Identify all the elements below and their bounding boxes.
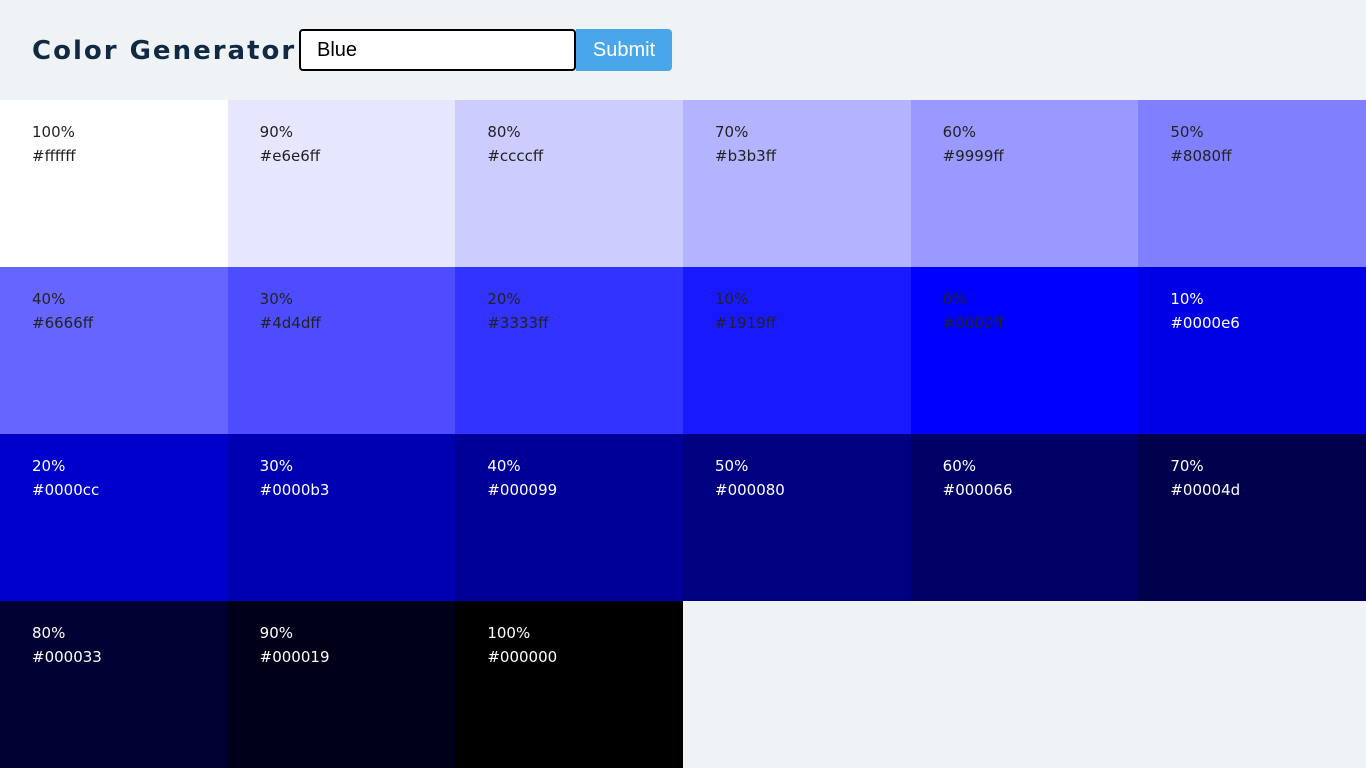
color-swatch[interactable]: 30% #4d4dff bbox=[227, 267, 456, 434]
swatch-percent: 60% bbox=[942, 123, 976, 141]
color-swatch[interactable]: 60% #000066 bbox=[910, 434, 1139, 601]
swatch-hex: #4d4dff bbox=[259, 314, 321, 332]
swatch-hex: #6666ff bbox=[32, 314, 94, 332]
swatch-hex: #8080ff bbox=[1170, 147, 1232, 165]
swatch-hex: #000066 bbox=[942, 481, 1013, 499]
swatch-percent: 60% bbox=[942, 457, 976, 475]
color-swatch[interactable]: 20% #3333ff bbox=[455, 267, 683, 434]
color-swatch[interactable]: 80% #ccccff bbox=[455, 100, 683, 267]
swatch-percent: 10% bbox=[715, 290, 749, 308]
swatch-hex: #000033 bbox=[32, 648, 102, 666]
color-swatch[interactable]: 70% #00004d bbox=[1138, 434, 1366, 601]
swatch-hex: #0000e6 bbox=[1170, 314, 1240, 332]
swatch-percent: 40% bbox=[487, 457, 521, 475]
swatch-hex: #1919ff bbox=[715, 314, 777, 332]
swatch-percent: 80% bbox=[487, 123, 521, 141]
color-swatch[interactable]: 0% #0000ff bbox=[910, 267, 1139, 434]
swatch-percent: 50% bbox=[715, 457, 749, 475]
swatch-percent: 70% bbox=[715, 123, 749, 141]
swatch-hex: #0000b3 bbox=[259, 481, 330, 499]
color-swatch[interactable]: 80% #000033 bbox=[0, 601, 228, 768]
app-header: Color Generator Submit bbox=[0, 0, 1366, 100]
swatch-percent: 50% bbox=[1170, 123, 1204, 141]
swatch-hex: #b3b3ff bbox=[715, 147, 777, 165]
color-swatch[interactable]: 20% #0000cc bbox=[0, 434, 228, 601]
color-swatch[interactable]: 10% #1919ff bbox=[683, 267, 911, 434]
swatch-percent: 40% bbox=[32, 290, 66, 308]
swatch-percent: 20% bbox=[32, 457, 66, 475]
swatch-percent: 90% bbox=[259, 624, 293, 642]
color-swatch[interactable]: 10% #0000e6 bbox=[1138, 267, 1366, 434]
swatch-hex: #00004d bbox=[1170, 481, 1241, 499]
swatch-hex: #0000cc bbox=[32, 481, 100, 499]
color-swatch[interactable]: 90% #e6e6ff bbox=[227, 100, 456, 267]
swatch-percent: 100% bbox=[487, 624, 531, 642]
color-swatch[interactable]: 40% #6666ff bbox=[0, 267, 228, 434]
swatch-hex: #000000 bbox=[487, 648, 558, 666]
swatch-percent: 0% bbox=[942, 290, 967, 308]
swatch-hex: #000099 bbox=[487, 481, 558, 499]
color-form: Submit bbox=[299, 29, 672, 71]
swatch-percent: 70% bbox=[1170, 457, 1204, 475]
swatch-hex: #9999ff bbox=[942, 147, 1004, 165]
color-swatch[interactable]: 100% #000000 bbox=[455, 601, 683, 768]
color-swatch[interactable]: 100% #ffffff bbox=[0, 100, 228, 267]
swatch-hex: #e6e6ff bbox=[259, 147, 321, 165]
swatch-percent: 10% bbox=[1170, 290, 1204, 308]
color-swatch[interactable]: 60% #9999ff bbox=[910, 100, 1139, 267]
color-swatch[interactable]: 50% #000080 bbox=[683, 434, 911, 601]
color-swatch-grid: 100% #ffffff 90% #e6e6ff 80% #ccccff 70% #b3b3f… bbox=[0, 100, 1366, 768]
page-title: Color Generator bbox=[32, 36, 297, 66]
color-input[interactable] bbox=[299, 29, 576, 71]
color-swatch[interactable]: 90% #000019 bbox=[227, 601, 456, 768]
color-swatch[interactable]: 70% #b3b3ff bbox=[683, 100, 911, 267]
color-swatch[interactable]: 30% #0000b3 bbox=[227, 434, 456, 601]
swatch-hex: #ffffff bbox=[32, 147, 76, 165]
color-swatch[interactable]: 50% #8080ff bbox=[1138, 100, 1366, 267]
swatch-percent: 30% bbox=[259, 457, 293, 475]
swatch-percent: 80% bbox=[32, 624, 66, 642]
submit-button[interactable]: Submit bbox=[576, 29, 672, 71]
swatch-percent: 100% bbox=[32, 123, 75, 141]
swatch-percent: 20% bbox=[487, 290, 521, 308]
swatch-hex: #000019 bbox=[259, 648, 330, 666]
swatch-hex: #000080 bbox=[715, 481, 785, 499]
swatch-hex: #ccccff bbox=[487, 147, 544, 165]
swatch-hex: #0000ff bbox=[942, 314, 1004, 332]
swatch-percent: 90% bbox=[259, 123, 293, 141]
color-swatch[interactable]: 40% #000099 bbox=[455, 434, 683, 601]
swatch-hex: #3333ff bbox=[487, 314, 549, 332]
swatch-percent: 30% bbox=[259, 290, 293, 308]
